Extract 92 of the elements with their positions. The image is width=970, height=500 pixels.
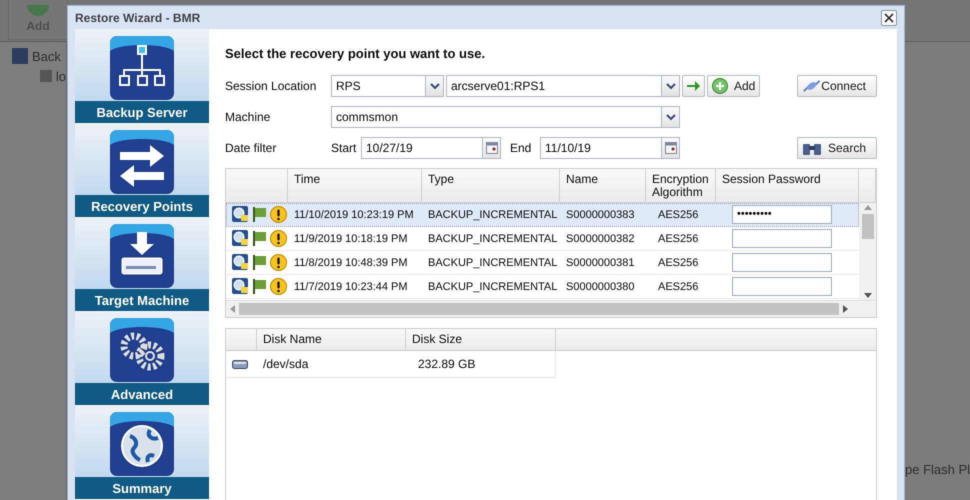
chevron-down-icon xyxy=(666,82,676,90)
column-header[interactable]: Time xyxy=(294,173,415,186)
wizard-step[interactable]: Target Machine xyxy=(75,217,209,311)
flag-icon xyxy=(252,206,267,222)
horizontal-scrollbar[interactable] xyxy=(226,300,876,317)
table-cell-text: BACKUP_INCREMENTAL xyxy=(427,232,558,244)
globe-icon xyxy=(110,412,174,476)
column-header[interactable]: Disk Name xyxy=(263,333,399,346)
table-cell-text: BACKUP_INCREMENTAL xyxy=(427,256,558,268)
table-cell-text: 11/7/2019 10:23:44 PM xyxy=(293,280,409,292)
flag-icon xyxy=(252,230,267,246)
column-header[interactable]: Disk Size xyxy=(412,333,549,346)
column-header[interactable]: Encryption Algorithm xyxy=(652,173,709,199)
search-button[interactable]: Search xyxy=(797,137,877,159)
table-cell-text: 11/9/2019 10:18:19 PM xyxy=(293,232,409,244)
table-cell-text: /dev/sda xyxy=(262,357,310,371)
password-field[interactable]: ••••••••• xyxy=(732,205,832,224)
swap-arrows-icon xyxy=(110,130,174,194)
start-label: Start xyxy=(331,141,358,155)
column-header[interactable]: Session Password xyxy=(722,173,852,186)
network-icon xyxy=(110,36,174,100)
vertical-scrollbar[interactable] xyxy=(859,203,876,300)
table-cell-text: S0000000383 xyxy=(565,208,636,220)
table-cell-text: BACKUP_INCREMENTAL xyxy=(427,208,558,220)
password-field[interactable] xyxy=(732,277,832,296)
heading: Select the recovery point you want to use. xyxy=(225,46,486,63)
wizard-step[interactable]: Advanced xyxy=(75,311,209,405)
table-cell-text: S0000000381 xyxy=(565,256,636,268)
table-cell-text: 11/8/2019 10:48:39 PM xyxy=(293,256,409,268)
wizard-step[interactable]: Recovery Points xyxy=(75,123,209,217)
calendar-icon xyxy=(664,142,676,154)
server-dropdown[interactable]: arcserve01:RPS1 xyxy=(446,75,680,97)
warning-icon xyxy=(270,230,287,247)
globe-lock-icon xyxy=(232,206,249,222)
machine-dropdown[interactable]: commsmon xyxy=(331,106,680,128)
flag-icon xyxy=(252,278,267,294)
scroll-right-icon[interactable] xyxy=(843,305,848,313)
flag-icon xyxy=(252,254,267,270)
end-label: End xyxy=(510,141,532,155)
calendar-icon xyxy=(486,142,498,154)
type-dropdown[interactable]: RPS xyxy=(331,75,444,97)
table-cell-text: S0000000380 xyxy=(565,280,636,292)
warning-icon xyxy=(270,206,287,223)
field-label: Date filter xyxy=(225,141,278,155)
column-header[interactable]: Type xyxy=(428,173,553,186)
table-row[interactable]: 11/8/2019 10:48:39 PM BACKUP_INCREMENTAL S0000000381 AES256 xyxy=(226,251,859,275)
scroll-down-icon[interactable] xyxy=(864,293,872,298)
scroll-thumb[interactable] xyxy=(862,214,874,239)
globe-lock-icon xyxy=(232,230,249,246)
password-field[interactable] xyxy=(732,253,832,272)
table-cell-text: AES256 xyxy=(657,208,700,220)
plus-circle-icon xyxy=(712,78,728,94)
wizard-step[interactable]: Summary xyxy=(75,405,209,499)
table-cell-text: AES256 xyxy=(657,280,700,292)
plug-icon xyxy=(802,79,822,93)
start-date-field[interactable]: 10/27/19 xyxy=(361,137,501,159)
side-text: pe Flash Pl xyxy=(905,462,970,477)
globe-lock-icon xyxy=(232,278,249,294)
close-icon xyxy=(884,12,894,22)
table-cell-text: 11/10/2019 10:23:19 PM xyxy=(293,208,415,220)
scroll-up-icon[interactable] xyxy=(864,205,872,210)
wizard-step[interactable]: Backup Server xyxy=(75,29,209,123)
arrow-right-icon xyxy=(687,80,700,92)
column-header[interactable]: Name xyxy=(566,173,639,186)
scroll-thumb[interactable] xyxy=(239,303,839,315)
warning-icon xyxy=(270,278,287,295)
table-cell-text: AES256 xyxy=(657,256,700,268)
table-row[interactable]: 11/9/2019 10:18:19 PM BACKUP_INCREMENTAL S0000000382 AES256 xyxy=(226,227,859,251)
chevron-down-icon xyxy=(430,82,440,90)
field-label: Machine xyxy=(225,110,272,124)
field-label: Session Location xyxy=(225,79,318,93)
go-button[interactable] xyxy=(682,75,705,97)
close-button[interactable] xyxy=(881,10,897,26)
globe-lock-icon xyxy=(232,254,249,270)
table-row[interactable]: 11/7/2019 10:23:44 PM BACKUP_INCREMENTAL S0000000380 AES256 xyxy=(226,275,859,299)
table-cell-text: AES256 xyxy=(657,232,700,244)
table-cell-text: 232.89 GB xyxy=(417,357,476,371)
chevron-down-icon xyxy=(666,114,676,120)
scroll-left-icon[interactable] xyxy=(230,305,235,313)
binoculars-icon xyxy=(802,141,822,155)
gears-icon xyxy=(110,318,174,382)
add-button[interactable]: Add xyxy=(707,75,760,97)
warning-icon xyxy=(270,254,287,271)
table-cell-text: BACKUP_INCREMENTAL xyxy=(427,280,558,292)
end-date-field[interactable]: 11/10/19 xyxy=(540,137,680,159)
drive-download-icon xyxy=(110,224,174,288)
connect-button[interactable]: Connect xyxy=(797,75,877,97)
table-row[interactable]: 11/10/2019 10:23:19 PM BACKUP_INCREMENTAL S0000000383 AES256 ••••••••• xyxy=(226,203,859,227)
table-cell-text: S0000000382 xyxy=(565,232,636,244)
disk-drive-icon xyxy=(232,360,248,368)
window-title: Restore Wizard - BMR xyxy=(75,10,200,24)
password-field[interactable] xyxy=(732,229,832,248)
